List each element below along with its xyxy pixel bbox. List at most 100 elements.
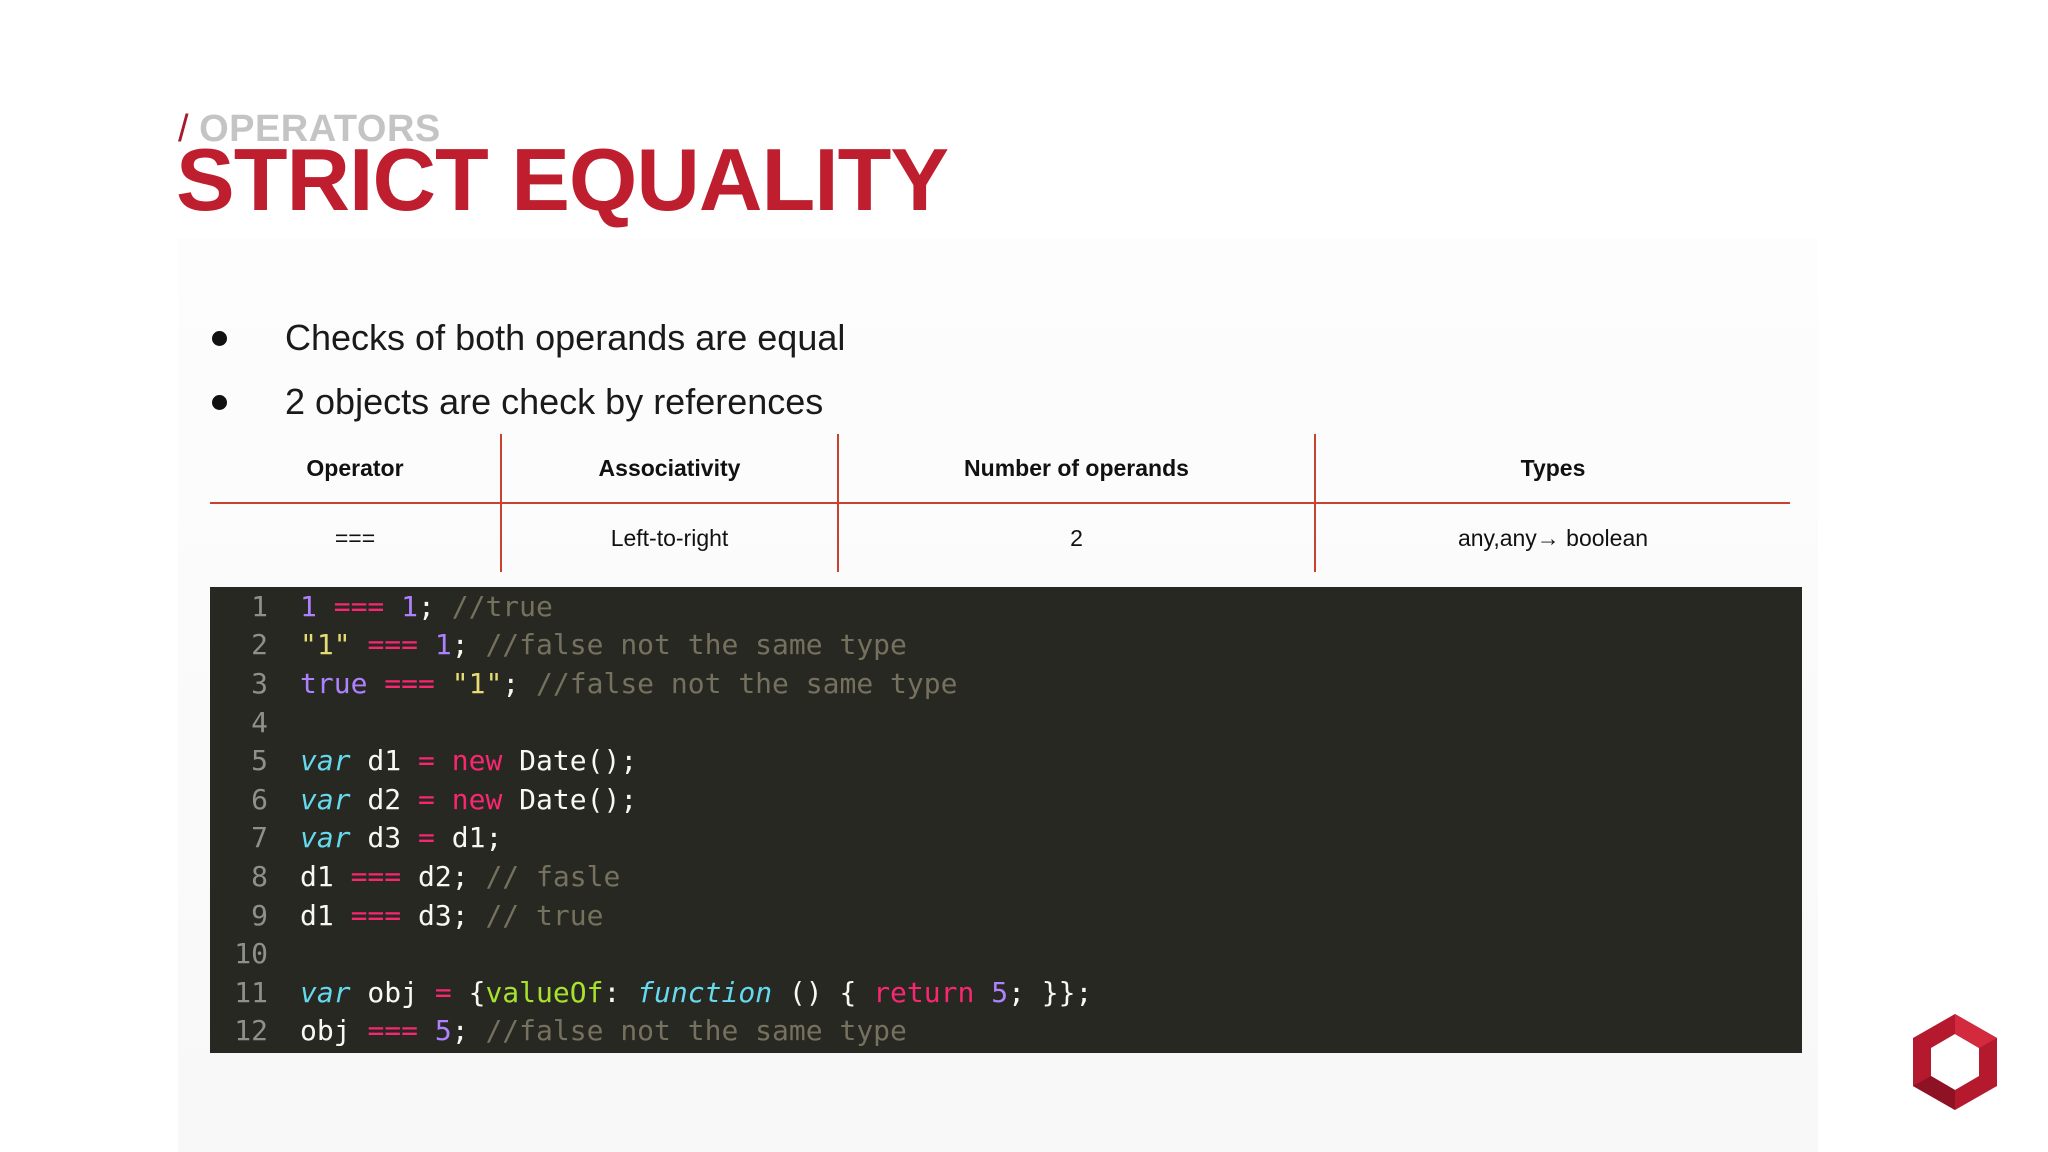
code-token: ; xyxy=(451,1014,486,1048)
bullet-text: Checks of both operands are equal xyxy=(285,317,846,358)
code-block: 11 === 1; //true 2 "1" === 1; //false not … xyxy=(210,587,1802,1053)
code-text: obj === 5; //false not the same type xyxy=(300,1014,907,1047)
code-line: 3 true === "1"; //false not the same type xyxy=(210,664,1802,703)
code-text: var d1 = new Date(); xyxy=(300,744,637,777)
header-operator: Operator xyxy=(210,434,501,504)
header-associativity: Associativity xyxy=(500,434,838,504)
code-text: d1 === d2; // fasle xyxy=(300,860,620,893)
code-token: true xyxy=(300,666,368,700)
code-token: var xyxy=(300,744,351,778)
code-token: d2; xyxy=(401,859,486,893)
code-token: d1; xyxy=(434,821,503,855)
line-number: 11 xyxy=(234,975,268,1009)
operator-table: Operator Associativity Number of operand… xyxy=(210,434,1790,572)
slide: / OPERATORS STRICT EQUALITY Checks of bot… xyxy=(0,0,2048,1152)
code-token: { xyxy=(451,975,486,1009)
table-header-row: Operator Associativity Number of operand… xyxy=(210,434,1790,504)
code-token: === xyxy=(350,859,402,893)
code-token: "1" xyxy=(451,666,503,700)
line-number: 9 xyxy=(251,898,268,932)
bullet-list: Checks of both operands are equal 2 obje… xyxy=(206,306,845,434)
code-text: var d2 = new Date(); xyxy=(300,783,637,816)
code-token: //true xyxy=(451,589,553,623)
line-number: 4 xyxy=(251,705,268,739)
code-line: 9 d1 === d3; // true xyxy=(210,896,1802,935)
code-token: 1 xyxy=(401,589,419,623)
code-token: obj xyxy=(350,975,435,1009)
code-token: = xyxy=(434,975,452,1009)
bullet-item: 2 objects are check by references xyxy=(206,370,845,434)
code-token: // true xyxy=(485,898,604,932)
code-line: 5 var d1 = new Date(); xyxy=(210,741,1802,780)
bullet-dot-icon xyxy=(212,394,227,410)
code-token: return xyxy=(873,975,975,1009)
header-types: Types xyxy=(1314,434,1790,504)
bullet-item: Checks of both operands are equal xyxy=(206,306,845,370)
code-token: 5 xyxy=(434,1014,452,1048)
line-number: 12 xyxy=(234,1014,268,1048)
code-line: 12 obj === 5; //false not the same type xyxy=(210,1012,1802,1051)
code-line: 8 d1 === d2; // fasle xyxy=(210,857,1802,896)
code-token: d3 xyxy=(350,821,419,855)
line-number: 10 xyxy=(234,937,268,971)
header-number-of-operands: Number of operands xyxy=(837,434,1315,504)
code-token: //false not the same type xyxy=(485,1014,907,1048)
code-token: === xyxy=(367,628,419,662)
code-token: ; }}; xyxy=(1008,975,1093,1009)
code-token: === xyxy=(333,589,385,623)
code-text: d1 === d3; // true xyxy=(300,899,603,932)
code-line: 6 var d2 = new Date(); xyxy=(210,780,1802,819)
bullet-text: 2 objects are check by references xyxy=(285,381,824,422)
code-token: d2 xyxy=(350,782,419,816)
line-number: 1 xyxy=(251,589,268,623)
code-token: obj xyxy=(300,1014,368,1048)
code-token: d1 xyxy=(350,744,419,778)
code-text: 1 === 1; //true xyxy=(300,590,553,623)
code-text: var d3 = d1; xyxy=(300,821,502,854)
line-number: 5 xyxy=(251,744,268,778)
code-token: d1 xyxy=(300,859,351,893)
code-line: 10 xyxy=(210,934,1802,973)
code-token: = xyxy=(418,782,435,816)
code-token: = xyxy=(418,821,435,855)
bullet-dot-icon xyxy=(212,330,227,346)
code-token: d3; xyxy=(401,898,486,932)
code-token: valueOf xyxy=(485,975,604,1009)
code-token: d1 xyxy=(300,898,351,932)
code-token: Date(); xyxy=(502,744,638,778)
code-token: function xyxy=(637,975,773,1009)
code-token: ; xyxy=(502,666,537,700)
code-line: 7 var d3 = d1; xyxy=(210,819,1802,858)
cell-types: any,any→ boolean xyxy=(1314,503,1790,572)
code-line: 2 "1" === 1; //false not the same type xyxy=(210,626,1802,665)
page-title: STRICT EQUALITY xyxy=(176,130,949,229)
line-number: 6 xyxy=(251,782,268,816)
code-text: "1" === 1; //false not the same type xyxy=(300,628,907,661)
code-token: Date(); xyxy=(502,782,638,816)
code-token: //false not the same type xyxy=(485,628,907,662)
code-token: new xyxy=(451,782,503,816)
code-token: === xyxy=(350,898,402,932)
cell-number-of-operands: 2 xyxy=(837,503,1315,572)
code-token: //false not the same type xyxy=(536,666,958,700)
code-token: ; xyxy=(451,628,486,662)
table-row: === Left-to-right 2 any,any→ boolean xyxy=(210,503,1790,572)
code-text: true === "1"; //false not the same type xyxy=(300,667,957,700)
code-token: new xyxy=(451,744,503,778)
code-token: 5 xyxy=(991,975,1009,1009)
code-token: 1 xyxy=(300,589,317,623)
line-number: 3 xyxy=(251,666,268,700)
code-token: () { xyxy=(772,975,874,1009)
code-token: 1 xyxy=(434,628,452,662)
code-token: === xyxy=(384,666,435,700)
code-line: 4 xyxy=(210,703,1802,742)
code-token: "1" xyxy=(300,628,351,662)
